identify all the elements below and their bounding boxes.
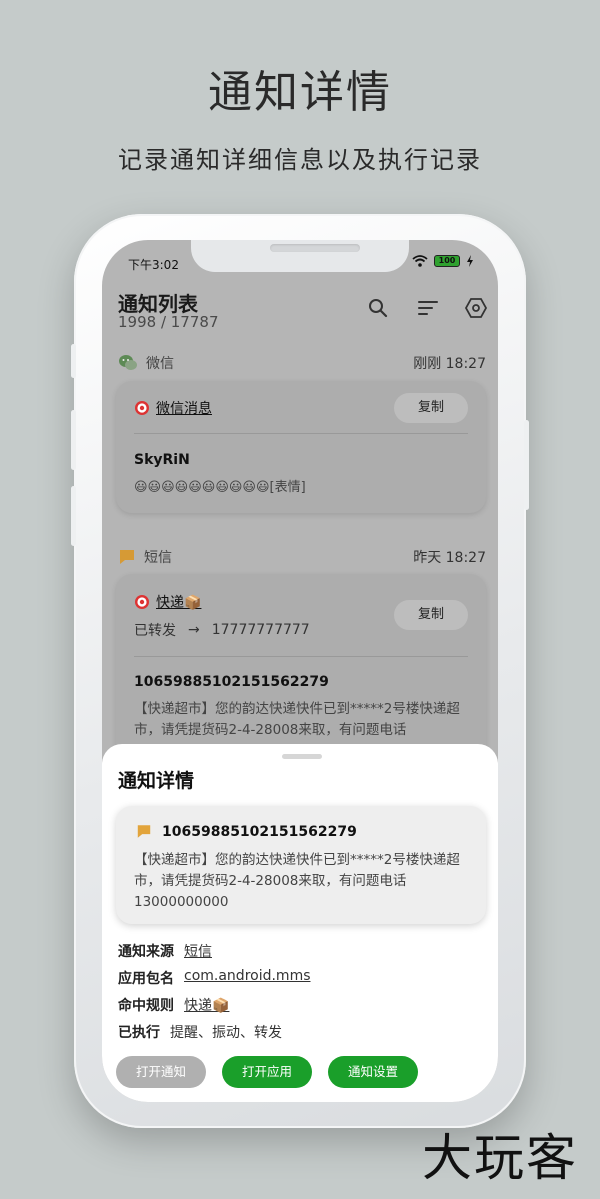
info-label: 通知来源 (118, 944, 174, 960)
detail-content: 【快递超市】您的韵达快递快件已到*****2号楼快递超市，请凭提货码2-4-28… (134, 852, 460, 910)
battery-icon: 100 (434, 255, 460, 267)
info-value[interactable]: com.android.mms (184, 968, 311, 988)
detail-sender: 10659885102151562279 (162, 824, 357, 840)
volume-up-button (71, 410, 76, 470)
wechat-icon (119, 355, 137, 370)
detail-card: 10659885102151562279 【快递超市】您的韵达快递快件已到***… (116, 806, 486, 924)
info-label: 应用包名 (118, 971, 174, 987)
info-row-package: 应用包名 com.android.mms (118, 968, 311, 988)
rule-line: 微信消息 (134, 398, 212, 418)
app-name: 短信 (144, 550, 172, 566)
forward-label: 已转发 (134, 623, 176, 639)
target-icon (135, 401, 149, 415)
power-button (524, 420, 529, 510)
app-row-sms: 短信 昨天 18:27 (118, 546, 486, 568)
target-icon (135, 595, 149, 609)
rule-name[interactable]: 微信消息 (156, 398, 212, 418)
divider (134, 656, 468, 657)
mute-switch (71, 344, 76, 378)
info-label: 已执行 (118, 1025, 160, 1041)
notification-time: 昨天 18:27 (413, 550, 486, 566)
search-icon[interactable] (366, 296, 390, 320)
volume-down-button (71, 486, 76, 546)
info-row-source: 通知来源 短信 (118, 941, 212, 961)
notification-card-wechat[interactable]: 微信消息 复制 SkyRiN 😃😃😃😃😃😃😃😃😃😃[表情] (116, 381, 486, 513)
status-time: 下午3:02 (128, 258, 179, 272)
phone-frame: 下午3:02 100 通知列表 1998 / 17787 微信 刚刚 18:27… (71, 214, 529, 1128)
settings-icon[interactable] (464, 296, 488, 320)
filter-icon[interactable] (416, 296, 440, 320)
sms-icon (120, 550, 134, 564)
info-value[interactable]: 短信 (184, 941, 212, 961)
info-value: 提醒、振动、转发 (170, 1025, 282, 1041)
wifi-icon (412, 255, 428, 267)
copy-button[interactable]: 复制 (394, 600, 468, 630)
forward-arrow: → (188, 622, 200, 638)
sheet-grabber[interactable] (282, 754, 322, 759)
forward-line: 已转发 → 17777777777 (134, 620, 310, 640)
notification-settings-button[interactable]: 通知设置 (328, 1056, 418, 1088)
info-row-executed: 已执行 提醒、振动、转发 (118, 1022, 282, 1042)
notification-sender: 1065988510215156227​9 (134, 674, 329, 690)
info-value[interactable]: 快递📦 (184, 995, 229, 1015)
open-notification-button[interactable]: 打开通知 (116, 1056, 206, 1088)
phone-screen: 下午3:02 100 通知列表 1998 / 17787 微信 刚刚 18:27… (102, 240, 498, 1102)
sheet-title: 通知详情 (118, 770, 195, 792)
open-app-button[interactable]: 打开应用 (222, 1056, 312, 1088)
app-row-wechat: 微信 刚刚 18:27 (118, 352, 486, 374)
detail-sheet: 通知详情 10659885102151562279 【快递超市】您的韵达快递快件… (102, 744, 498, 1102)
charging-icon (467, 255, 473, 267)
watermark-logo: 大玩客 (422, 1129, 578, 1187)
copy-button[interactable]: 复制 (394, 393, 468, 423)
info-label: 命中规则 (118, 998, 174, 1014)
rule-line: 快递📦 (134, 592, 201, 612)
rule-name[interactable]: 快递📦 (156, 592, 201, 612)
speaker-grille (270, 244, 360, 252)
notification-time: 刚刚 18:27 (413, 356, 486, 372)
divider (134, 433, 468, 434)
notification-content: 😃😃😃😃😃😃😃😃😃😃[表情] (134, 480, 306, 495)
promo-subline: 记录通知详细信息以及执行记录 (118, 146, 482, 174)
forward-target: 17777777777 (211, 622, 310, 638)
sms-icon (137, 825, 151, 838)
app-name: 微信 (146, 356, 174, 372)
notification-count: 1998 / 17787 (118, 313, 219, 331)
promo-headline: 通知详情 (208, 67, 392, 118)
notification-sender: SkyRiN (134, 452, 190, 468)
status-icons: 100 (412, 255, 474, 267)
info-row-rule: 命中规则 快递📦 (118, 995, 229, 1015)
